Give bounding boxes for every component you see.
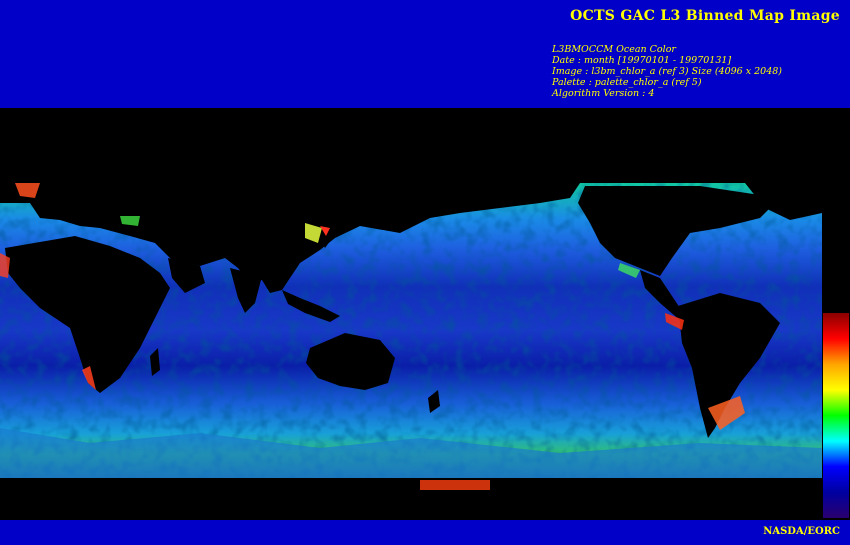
metadata-line: Palette : palette_chlor_a (ref 5): [552, 77, 702, 88]
metadata-line: Image : l3bm_chlor_a (ref 3) Size (4096 …: [552, 66, 782, 77]
metadata-block: L3BMOCCM Ocean Color Date : month [19970…: [552, 44, 782, 99]
header-bar: OCTS GAC L3 Binned Map Image L3BMOCCM Oc…: [0, 0, 850, 108]
footer-bar: NASDA/EORC: [0, 520, 850, 545]
map-area: [0, 108, 850, 520]
metadata-line: L3BMOCCM Ocean Color: [552, 44, 676, 55]
antarctic-bloom: [420, 480, 490, 490]
antarctica: [0, 493, 850, 520]
world-chlorophyll-map: [0, 183, 850, 520]
metadata-line: Algorithm Version : 4: [552, 88, 655, 99]
colorbar-legend: [822, 312, 850, 519]
metadata-line: Date : month [19970101 - 19970131]: [552, 55, 732, 66]
credit-label: NASDA/EORC: [763, 526, 840, 537]
map-title: OCTS GAC L3 Binned Map Image: [570, 8, 840, 24]
